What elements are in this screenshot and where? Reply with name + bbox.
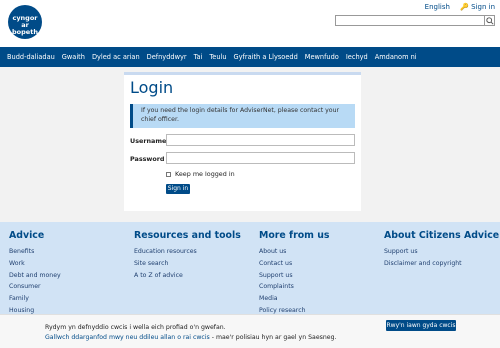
footer-col-more: More from us About us Contact us Support… — [259, 230, 329, 317]
footer-link[interactable]: Site search — [134, 258, 241, 270]
logo-line-2: bopeth — [12, 28, 38, 36]
citizens-advice-logo[interactable]: cyngor ar bopeth — [8, 5, 42, 39]
password-field[interactable] — [166, 152, 355, 164]
footer-link[interactable]: A to Z of advice — [134, 270, 241, 282]
footer-link[interactable]: Benefits — [9, 246, 61, 258]
footer-link[interactable]: Support us — [259, 270, 329, 282]
sign-in-link[interactable]: 🔑 Sign in — [460, 3, 495, 11]
language-link[interactable]: English — [425, 3, 450, 11]
footer-link[interactable]: Education resources — [134, 246, 241, 258]
username-label: Username — [130, 137, 167, 145]
nav-item-consumer[interactable]: Defnyddwyr — [147, 53, 187, 61]
footer-link[interactable]: Complaints — [259, 281, 329, 293]
search-input[interactable] — [335, 15, 485, 26]
nav-item-health[interactable]: Iechyd — [346, 53, 368, 61]
logo-line-1: cyngor ar — [12, 14, 38, 29]
footer-link[interactable]: Disclaimer and copyright — [384, 258, 499, 270]
main-nav: Budd-daliadau Gwaith Dyled ac arian Defn… — [0, 47, 500, 67]
nav-item-debt[interactable]: Dyled ac arian — [92, 53, 140, 61]
nav-item-work[interactable]: Gwaith — [62, 53, 85, 61]
footer-col-advice: Advice Benefits Work Debt and money Cons… — [9, 230, 61, 317]
footer-link[interactable]: Work — [9, 258, 61, 270]
search-button[interactable] — [485, 15, 495, 26]
keep-logged-in-label[interactable]: Keep me logged in — [175, 170, 235, 178]
footer-link[interactable]: About us — [259, 246, 329, 258]
top-links: English 🔑 Sign in — [417, 3, 495, 11]
password-label: Password — [130, 155, 165, 163]
footer-link[interactable]: Contact us — [259, 258, 329, 270]
info-message: If you need the login details for Advise… — [130, 104, 355, 128]
cookie-line-2: Gallwch ddarganfod mwy neu ddileu allan … — [45, 333, 336, 343]
nav-item-law[interactable]: Gyfraith a Llysoedd — [234, 53, 298, 61]
sign-in-button[interactable]: Sign in — [166, 184, 190, 194]
key-icon: 🔑 — [460, 3, 469, 11]
sign-in-label: Sign in — [471, 3, 495, 11]
footer-col-resources: Resources and tools Education resources … — [134, 230, 241, 281]
footer-link[interactable]: Debt and money — [9, 270, 61, 282]
footer-col-about: About Citizens Advice Support us Disclai… — [384, 230, 499, 270]
footer-heading: About Citizens Advice — [384, 230, 500, 241]
footer-link[interactable]: Media — [259, 293, 329, 305]
accept-cookies-button[interactable]: Rwy'n iawn gyda cwcis — [386, 320, 456, 331]
footer-heading: More from us — [259, 230, 330, 241]
nav-item-housing[interactable]: Tai — [194, 53, 203, 61]
site-header: cyngor ar bopeth English 🔑 Sign in — [0, 0, 500, 47]
nav-item-immigration[interactable]: Mewnfudo — [305, 53, 339, 61]
nav-item-family[interactable]: Teulu — [209, 53, 226, 61]
footer-link[interactable]: Support us — [384, 246, 499, 258]
username-field[interactable] — [166, 134, 355, 146]
cookie-line-2-rest: - mae'r polisiau hyn ar gael yn Saesneg. — [209, 334, 337, 341]
keep-logged-in-checkbox[interactable] — [166, 172, 171, 177]
footer-link[interactable]: Family — [9, 293, 61, 305]
nav-item-benefits[interactable]: Budd-daliadau — [7, 53, 55, 61]
nav-item-about[interactable]: Amdanom ni — [375, 53, 417, 61]
cookie-line-1: Rydym yn defnyddio cwcis i wella eich pr… — [45, 324, 226, 331]
cookie-policy-link[interactable]: Gallwch ddarganfod mwy neu ddileu allan … — [45, 334, 210, 341]
page-title: Login — [130, 78, 174, 97]
footer-link[interactable]: Consumer — [9, 281, 61, 293]
footer-heading: Resources and tools — [134, 230, 241, 241]
cookie-text: Rydym yn defnyddio cwcis i wella eich pr… — [45, 323, 336, 343]
footer-heading: Advice — [9, 230, 45, 241]
search-icon — [486, 17, 494, 25]
